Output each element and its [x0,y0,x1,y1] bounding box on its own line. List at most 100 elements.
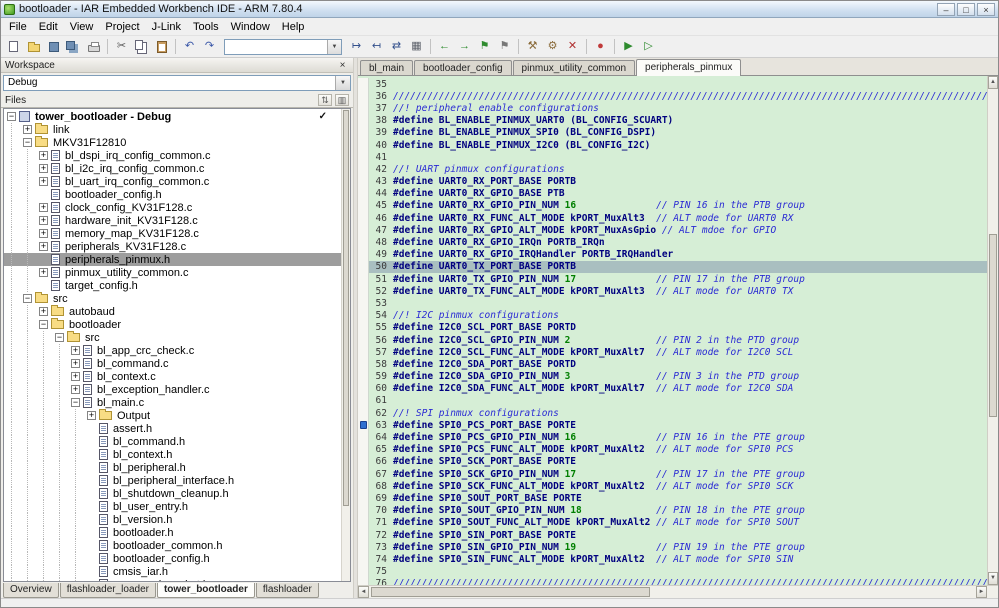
code-line-62[interactable]: 62 //! SPI pinmux configurations [358,407,987,420]
stop-build-icon[interactable]: ✕ [563,38,582,56]
breakpoint-margin[interactable] [358,419,369,432]
expand-icon[interactable]: + [87,411,96,420]
breakpoint-margin[interactable] [358,346,369,359]
expand-icon[interactable]: + [71,385,80,394]
code-line-60[interactable]: 60 #define I2C0_SDA_FUNC_ALT_MODE kPORT_M… [358,382,987,395]
workspace-tab-flashloader-loader[interactable]: flashloader_loader [59,583,156,598]
breakpoint-margin[interactable] [358,151,369,164]
tree-item-mkv31f12810[interactable]: − MKV31F12810 [4,136,341,149]
breakpoint-margin[interactable] [358,102,369,115]
breakpoint-margin[interactable] [358,212,369,225]
code-line-39[interactable]: 39 #define BL_ENABLE_PINMUX_SPI0 (BL_CONF… [358,126,987,139]
tree-item-bl-user-entry-h[interactable]: bl_user_entry.h [4,500,341,513]
files-sort-icon[interactable]: ⇅ [318,94,332,106]
breakpoint-margin[interactable] [358,224,369,237]
tree-item-autobaud[interactable]: + autobaud [4,305,341,318]
collapse-icon[interactable]: − [55,333,64,342]
code-line-72[interactable]: 72 #define SPI0_SIN_PORT_BASE PORTE [358,528,987,542]
code-line-44[interactable]: 44 #define UART0_RX_GPIO_BASE PTB [358,187,987,200]
code-line-56[interactable]: 56 #define I2C0_SCL_GPIO_PIN_NUM 2 // PIN… [358,333,987,347]
breakpoint-margin[interactable] [358,577,369,585]
expand-icon[interactable]: + [39,216,48,225]
expand-icon[interactable]: + [39,164,48,173]
code-line-40[interactable]: 40 #define BL_ENABLE_PINMUX_I2C0 (BL_CONF… [358,138,987,152]
expand-icon[interactable]: + [39,229,48,238]
breakpoint-margin[interactable] [358,114,369,127]
breakpoint-margin[interactable] [358,285,369,298]
tree-item-bl-command-c[interactable]: + bl_command.c [4,357,341,370]
breakpoint-margin[interactable] [358,541,369,554]
expand-icon[interactable]: + [39,151,48,160]
tree-item-bl-app-crc-check-c[interactable]: + bl_app_crc_check.c [4,344,341,357]
editor-tab-pinmux-utility-common[interactable]: pinmux_utility_common [512,60,636,75]
workspace-tab-tower-bootloader[interactable]: tower_bootloader [156,583,255,598]
new-document-icon[interactable] [4,38,23,56]
code-line-53[interactable]: 53 [358,297,987,310]
breakpoint-margin[interactable] [358,126,369,139]
collapse-icon[interactable]: − [7,112,16,121]
compile-icon[interactable]: ⚙ [543,38,562,56]
breakpoint-margin[interactable] [358,358,369,371]
expand-icon[interactable]: + [71,346,80,355]
expand-icon[interactable]: + [71,372,80,381]
scroll-up-icon[interactable]: ▲ [988,76,998,89]
horizontal-scroll-track[interactable] [369,586,976,598]
code-line-76[interactable]: 76 //////////////////////////////////////… [358,577,987,585]
breakpoint-margin[interactable] [358,199,369,213]
breakpoint-margin[interactable] [358,455,369,468]
breakpoint-margin[interactable] [358,138,369,152]
code-line-48[interactable]: 48 #define UART0_RX_GPIO_IRQn PORTB_IRQn [358,236,987,249]
editor-horizontal-scrollbar[interactable]: ◄ ► [358,585,998,598]
code-line-55[interactable]: 55 #define I2C0_SCL_PORT_BASE PORTD [358,321,987,334]
breakpoint-margin[interactable] [358,321,369,334]
workspace-tab-overview[interactable]: Overview [3,583,59,598]
scroll-left-icon[interactable]: ◄ [358,586,369,598]
open-file-icon[interactable] [24,38,43,56]
tree-item-target-config-h[interactable]: target_config.h [4,279,341,292]
tree-item-bl-command-h[interactable]: bl_command.h [4,435,341,448]
code-line-70[interactable]: 70 #define SPI0_SOUT_GPIO_PIN_NUM 18 // P… [358,504,987,517]
expand-icon[interactable]: + [39,307,48,316]
collapse-icon[interactable]: − [39,320,48,329]
code-line-37[interactable]: 37 //! peripheral enable configurations [358,102,987,115]
breakpoint-margin[interactable] [358,431,369,444]
breakpoint-margin[interactable] [358,236,369,249]
code-line-69[interactable]: 69 #define SPI0_SOUT_PORT_BASE PORTE [358,492,987,505]
breakpoint-margin[interactable] [358,163,369,176]
code-line-68[interactable]: 68 #define SPI0_SCK_FUNC_ALT_MODE kPORT_M… [358,480,987,493]
breakpoint-margin[interactable] [358,260,369,273]
tree-item-clock-config-kv31f128-c[interactable]: + clock_config_KV31F128.c [4,201,341,214]
breakpoint-margin[interactable] [358,528,369,542]
undo-icon[interactable]: ↶ [180,38,199,56]
breakpoint-margin[interactable] [358,553,369,566]
paste-icon[interactable] [152,38,171,56]
tree-item-bl-peripheral-interface-h[interactable]: bl_peripheral_interface.h [4,474,341,487]
workspace-scrollbar[interactable] [341,109,350,581]
make-icon[interactable]: ⚒ [523,38,542,56]
code-line-71[interactable]: 71 #define SPI0_SOUT_FUNC_ALT_MODE kPORT_… [358,516,987,529]
editor-tab-peripherals-pinmux[interactable]: peripherals_pinmux [636,59,742,76]
code-line-46[interactable]: 46 #define UART0_RX_FUNC_ALT_MODE kPORT_M… [358,212,987,225]
expand-icon[interactable]: + [23,125,32,134]
tree-item-bl-uart-irq-config-common-c[interactable]: + bl_uart_irq_config_common.c [4,175,341,188]
replace-icon[interactable]: ⇄ [387,38,406,56]
minimize-button[interactable]: – [937,2,955,16]
menu-help[interactable]: Help [276,19,311,35]
code-line-52[interactable]: 52 #define UART0_TX_FUNC_ALT_MODE kPORT_M… [358,285,987,298]
tree-item-bootloader-config-h[interactable]: bootloader_config.h [4,188,341,201]
breakpoint-margin[interactable] [358,492,369,505]
menu-tools[interactable]: Tools [187,19,225,35]
tree-item-peripherals-kv31f128-c[interactable]: + peripherals_KV31F128.c [4,240,341,253]
toggle-breakpoint-icon[interactable]: ● [591,38,610,56]
print-icon[interactable] [84,38,103,56]
browse-symbols-icon[interactable]: ▦ [407,38,426,56]
tree-item-bl-main-c[interactable]: − bl_main.c [4,396,341,409]
editor-tab-bootloader-config[interactable]: bootloader_config [414,60,512,75]
tree-item-tower-bootloader-debug[interactable]: − tower_bootloader - Debug ✓ [4,110,341,123]
code-line-41[interactable]: 41 [358,151,987,164]
code-line-36[interactable]: 36 //////////////////////////////////////… [358,90,987,103]
tree-item-bl-dspi-irq-config-common-c[interactable]: + bl_dspi_irq_config_common.c [4,149,341,162]
navigate-forward-icon[interactable]: → [455,38,474,56]
expand-icon[interactable]: + [39,203,48,212]
tree-item-bl-context-h[interactable]: bl_context.h [4,448,341,461]
